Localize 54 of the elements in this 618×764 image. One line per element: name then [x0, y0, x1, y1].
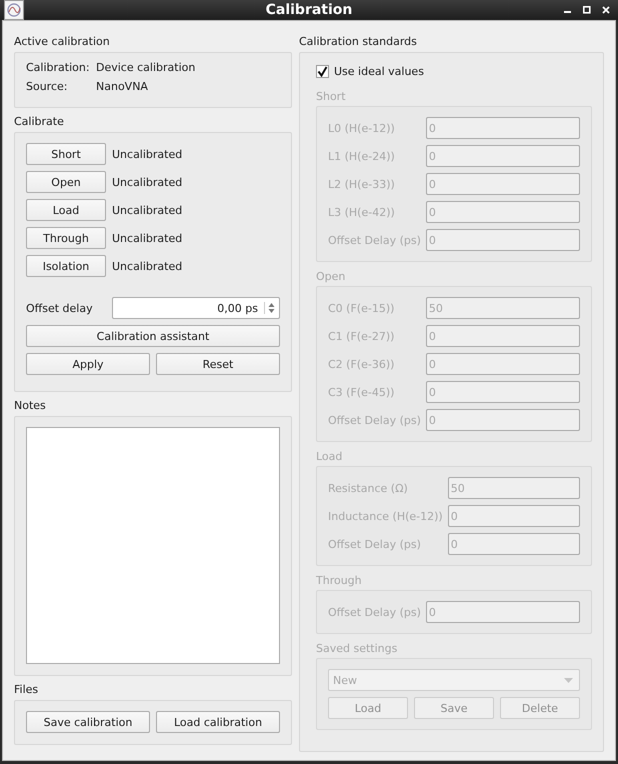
close-icon[interactable]: [602, 6, 610, 14]
action-button[interactable]: Reset: [156, 353, 280, 375]
field-label: Offset Delay (ps): [328, 414, 421, 426]
field-label: L3 (H(e-42)): [328, 206, 396, 218]
caret-icon: [564, 678, 573, 682]
field-label: C3 (F(e-45)): [328, 386, 396, 398]
standard-button[interactable]: Load: [26, 199, 106, 221]
spin-arrows-icon[interactable]: [264, 302, 275, 314]
settings-dropdown[interactable]: New: [328, 669, 580, 691]
field-label: L0 (H(e-12)): [328, 122, 396, 134]
status-label: Uncalibrated: [112, 204, 182, 216]
field-label: Offset Delay (ps): [328, 234, 421, 246]
status-label: Uncalibrated: [112, 148, 182, 160]
offset-delay-label: Offset delay: [26, 302, 94, 314]
group-title: Notes: [14, 399, 47, 413]
field-label: C2 (F(e-36)): [328, 358, 396, 370]
offset-delay-spinbox[interactable]: 0,00 ps: [112, 297, 280, 319]
file-button[interactable]: Load calibration: [156, 711, 280, 733]
group-title: Short: [316, 90, 347, 104]
status-label: Uncalibrated: [112, 176, 182, 188]
info-value: NanoVNA: [96, 80, 148, 93]
field-label: C0 (F(e-15)): [328, 302, 396, 314]
checkbox[interactable]: [316, 65, 329, 78]
info-label: Calibration:: [26, 61, 91, 74]
standard-button[interactable]: Short: [26, 143, 106, 165]
info-value: Device calibration: [96, 61, 196, 74]
standard-button[interactable]: Open: [26, 171, 106, 193]
field-label: Offset Delay (ps): [328, 606, 421, 618]
notes-field[interactable]: [26, 427, 280, 664]
field-label: Resistance (Ω): [328, 482, 409, 494]
group-title: Calibration standards: [299, 35, 418, 49]
group-title: Load: [316, 450, 344, 464]
action-button[interactable]: Apply: [26, 353, 150, 375]
calibration-assistant-button[interactable]: Calibration assistant: [26, 325, 280, 347]
window-title: Calibration: [264, 2, 354, 18]
field-label: L2 (H(e-33)): [328, 178, 396, 190]
status-label: Uncalibrated: [112, 260, 182, 272]
status-label: Uncalibrated: [112, 232, 182, 244]
standard-button[interactable]: Isolation: [26, 255, 106, 277]
group-title: Files: [14, 683, 40, 697]
checkbox-label: Use ideal values: [334, 65, 424, 78]
info-label: Source:: [26, 80, 68, 93]
maximize-icon[interactable]: [583, 6, 591, 14]
field-label: Inductance (H(e-12)): [328, 510, 443, 522]
standard-button[interactable]: Through: [26, 227, 106, 249]
group-title: Active calibration: [14, 35, 111, 49]
group-title: Through: [316, 574, 363, 588]
group-title: Open: [316, 270, 346, 284]
field-label: Offset Delay (ps): [328, 538, 422, 550]
file-button[interactable]: Save calibration: [26, 711, 150, 733]
field-label: C1 (F(e-27)): [328, 330, 396, 342]
group-title: Calibrate: [14, 115, 65, 129]
field-label: L1 (H(e-24)): [328, 150, 396, 162]
group-title: Saved settings: [316, 642, 398, 656]
